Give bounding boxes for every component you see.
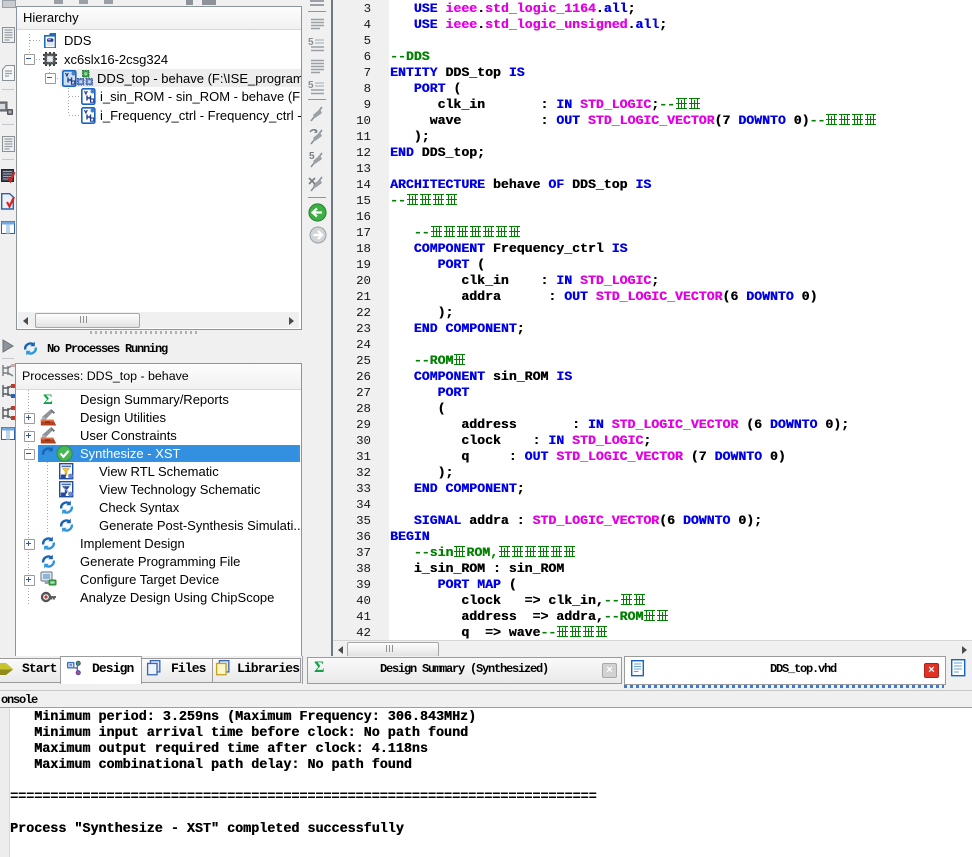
svg-text:5: 5 bbox=[309, 151, 315, 162]
